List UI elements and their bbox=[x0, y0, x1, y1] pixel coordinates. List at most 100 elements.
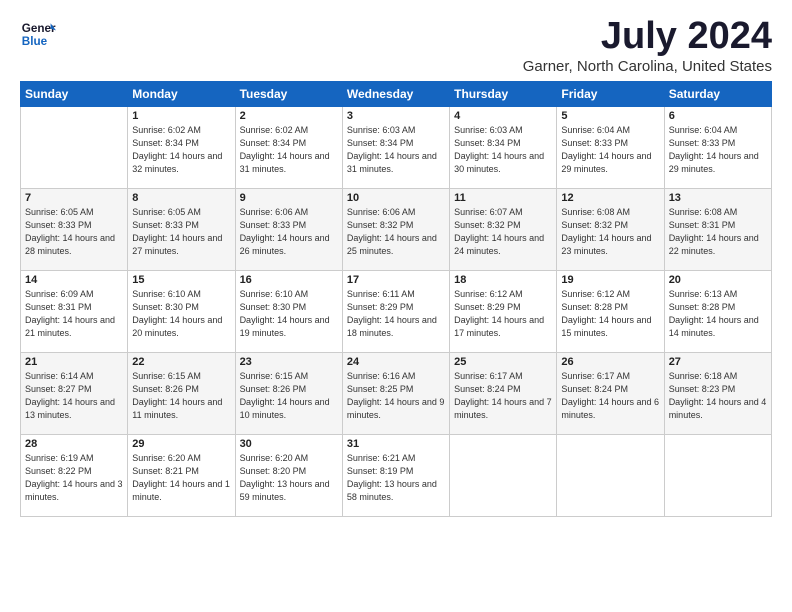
day-number: 3 bbox=[347, 110, 445, 122]
calendar-cell: 11Sunrise: 6:07 AM Sunset: 8:32 PM Dayli… bbox=[450, 188, 557, 270]
day-number: 4 bbox=[454, 110, 552, 122]
day-number: 31 bbox=[347, 438, 445, 450]
calendar-cell: 9 Sunrise: 6:06 AM Sunset: 8:33 PM Daylig… bbox=[235, 188, 342, 270]
day-info: Sunrise: 6:02 AM Sunset: 8:34 PM Dayligh… bbox=[132, 124, 230, 176]
day-info: Sunrise: 6:11 AM Sunset: 8:29 PM Dayligh… bbox=[347, 288, 445, 340]
week-row-3: 21 Sunrise: 6:14 AM Sunset: 8:27 PM Dayli… bbox=[21, 352, 772, 434]
title-block: July 2024 Garner, North Carolina, United… bbox=[523, 16, 772, 75]
day-info: Sunrise: 6:17 AM Sunset: 8:24 PM Dayligh… bbox=[561, 370, 659, 422]
day-info: Sunrise: 6:03 AM Sunset: 8:34 PM Dayligh… bbox=[454, 124, 552, 176]
calendar-cell: 2Sunrise: 6:02 AM Sunset: 8:34 PM Daylig… bbox=[235, 106, 342, 188]
day-info: Sunrise: 6:13 AM Sunset: 8:28 PM Dayligh… bbox=[669, 288, 767, 340]
day-number: 13 bbox=[669, 192, 767, 204]
calendar-cell: 17Sunrise: 6:11 AM Sunset: 8:29 PM Dayli… bbox=[342, 270, 449, 352]
calendar-cell: 6 Sunrise: 6:04 AM Sunset: 8:33 PM Daylig… bbox=[664, 106, 771, 188]
calendar-cell: 8 Sunrise: 6:05 AM Sunset: 8:33 PM Daylig… bbox=[128, 188, 235, 270]
calendar-cell: 19Sunrise: 6:12 AM Sunset: 8:28 PM Dayli… bbox=[557, 270, 664, 352]
day-number: 27 bbox=[669, 356, 767, 368]
day-number: 9 bbox=[240, 192, 338, 204]
header: General Blue July 2024 Garner, North Car… bbox=[20, 16, 772, 75]
day-number: 8 bbox=[132, 192, 230, 204]
calendar-cell: 14 Sunrise: 6:09 AM Sunset: 8:31 PM Dayli… bbox=[21, 270, 128, 352]
day-info: Sunrise: 6:20 AM Sunset: 8:20 PM Dayligh… bbox=[240, 452, 338, 504]
day-info: Sunrise: 6:14 AM Sunset: 8:27 PM Dayligh… bbox=[25, 370, 123, 422]
calendar-cell: 29Sunrise: 6:20 AM Sunset: 8:21 PM Dayli… bbox=[128, 434, 235, 516]
day-number: 5 bbox=[561, 110, 659, 122]
week-row-1: 7 Sunrise: 6:05 AM Sunset: 8:33 PM Daylig… bbox=[21, 188, 772, 270]
col-tuesday: Tuesday bbox=[235, 81, 342, 106]
calendar-cell: 16 Sunrise: 6:10 AM Sunset: 8:30 PM Dayli… bbox=[235, 270, 342, 352]
week-row-2: 14 Sunrise: 6:09 AM Sunset: 8:31 PM Dayli… bbox=[21, 270, 772, 352]
day-number: 15 bbox=[132, 274, 230, 286]
day-number: 1 bbox=[132, 110, 230, 122]
day-number: 21 bbox=[25, 356, 123, 368]
calendar-cell: 30 Sunrise: 6:20 AM Sunset: 8:20 PM Dayli… bbox=[235, 434, 342, 516]
svg-text:Blue: Blue bbox=[22, 35, 48, 48]
calendar-cell: 18Sunrise: 6:12 AM Sunset: 8:29 PM Dayli… bbox=[450, 270, 557, 352]
day-number: 22 bbox=[132, 356, 230, 368]
day-info: Sunrise: 6:08 AM Sunset: 8:31 PM Dayligh… bbox=[669, 206, 767, 258]
day-info: Sunrise: 6:09 AM Sunset: 8:31 PM Dayligh… bbox=[25, 288, 123, 340]
calendar-cell: 26Sunrise: 6:17 AM Sunset: 8:24 PM Dayli… bbox=[557, 352, 664, 434]
day-number: 2 bbox=[240, 110, 338, 122]
header-row: Sunday Monday Tuesday Wednesday Thursday… bbox=[21, 81, 772, 106]
calendar-cell bbox=[664, 434, 771, 516]
day-info: Sunrise: 6:06 AM Sunset: 8:32 PM Dayligh… bbox=[347, 206, 445, 258]
calendar-cell: 24 Sunrise: 6:16 AM Sunset: 8:25 PM Dayli… bbox=[342, 352, 449, 434]
calendar-cell: 25Sunrise: 6:17 AM Sunset: 8:24 PM Dayli… bbox=[450, 352, 557, 434]
week-row-4: 28 Sunrise: 6:19 AM Sunset: 8:22 PM Dayli… bbox=[21, 434, 772, 516]
page: General Blue July 2024 Garner, North Car… bbox=[0, 0, 792, 612]
calendar-cell bbox=[450, 434, 557, 516]
col-wednesday: Wednesday bbox=[342, 81, 449, 106]
day-number: 6 bbox=[669, 110, 767, 122]
calendar-cell bbox=[557, 434, 664, 516]
day-info: Sunrise: 6:17 AM Sunset: 8:24 PM Dayligh… bbox=[454, 370, 552, 422]
col-sunday: Sunday bbox=[21, 81, 128, 106]
calendar-cell bbox=[21, 106, 128, 188]
calendar-cell: 7 Sunrise: 6:05 AM Sunset: 8:33 PM Daylig… bbox=[21, 188, 128, 270]
calendar-cell: 27 Sunrise: 6:18 AM Sunset: 8:23 PM Dayli… bbox=[664, 352, 771, 434]
day-number: 24 bbox=[347, 356, 445, 368]
day-info: Sunrise: 6:05 AM Sunset: 8:33 PM Dayligh… bbox=[132, 206, 230, 258]
day-info: Sunrise: 6:10 AM Sunset: 8:30 PM Dayligh… bbox=[240, 288, 338, 340]
month-title: July 2024 bbox=[523, 16, 772, 58]
day-number: 23 bbox=[240, 356, 338, 368]
logo: General Blue bbox=[20, 16, 58, 52]
day-info: Sunrise: 6:10 AM Sunset: 8:30 PM Dayligh… bbox=[132, 288, 230, 340]
calendar-cell: 15 Sunrise: 6:10 AM Sunset: 8:30 PM Dayli… bbox=[128, 270, 235, 352]
day-info: Sunrise: 6:15 AM Sunset: 8:26 PM Dayligh… bbox=[240, 370, 338, 422]
calendar-cell: 22Sunrise: 6:15 AM Sunset: 8:26 PM Dayli… bbox=[128, 352, 235, 434]
calendar-cell: 1 Sunrise: 6:02 AM Sunset: 8:34 PM Daylig… bbox=[128, 106, 235, 188]
calendar-table: Sunday Monday Tuesday Wednesday Thursday… bbox=[20, 81, 772, 517]
calendar-cell: 12Sunrise: 6:08 AM Sunset: 8:32 PM Dayli… bbox=[557, 188, 664, 270]
calendar-cell: 31Sunrise: 6:21 AM Sunset: 8:19 PM Dayli… bbox=[342, 434, 449, 516]
calendar-cell: 5 Sunrise: 6:04 AM Sunset: 8:33 PM Daylig… bbox=[557, 106, 664, 188]
day-number: 7 bbox=[25, 192, 123, 204]
day-number: 14 bbox=[25, 274, 123, 286]
day-number: 11 bbox=[454, 192, 552, 204]
calendar-cell: 10 Sunrise: 6:06 AM Sunset: 8:32 PM Dayli… bbox=[342, 188, 449, 270]
col-saturday: Saturday bbox=[664, 81, 771, 106]
day-info: Sunrise: 6:19 AM Sunset: 8:22 PM Dayligh… bbox=[25, 452, 123, 504]
calendar-cell: 28 Sunrise: 6:19 AM Sunset: 8:22 PM Dayli… bbox=[21, 434, 128, 516]
calendar-cell: 20 Sunrise: 6:13 AM Sunset: 8:28 PM Dayli… bbox=[664, 270, 771, 352]
day-info: Sunrise: 6:05 AM Sunset: 8:33 PM Dayligh… bbox=[25, 206, 123, 258]
calendar-cell: 4 Sunrise: 6:03 AM Sunset: 8:34 PM Daylig… bbox=[450, 106, 557, 188]
subtitle: Garner, North Carolina, United States bbox=[523, 58, 772, 75]
day-number: 20 bbox=[669, 274, 767, 286]
day-info: Sunrise: 6:06 AM Sunset: 8:33 PM Dayligh… bbox=[240, 206, 338, 258]
week-row-0: 1 Sunrise: 6:02 AM Sunset: 8:34 PM Daylig… bbox=[21, 106, 772, 188]
day-number: 16 bbox=[240, 274, 338, 286]
day-info: Sunrise: 6:03 AM Sunset: 8:34 PM Dayligh… bbox=[347, 124, 445, 176]
col-thursday: Thursday bbox=[450, 81, 557, 106]
logo-icon: General Blue bbox=[20, 16, 56, 52]
day-info: Sunrise: 6:04 AM Sunset: 8:33 PM Dayligh… bbox=[669, 124, 767, 176]
day-number: 29 bbox=[132, 438, 230, 450]
day-number: 10 bbox=[347, 192, 445, 204]
day-number: 30 bbox=[240, 438, 338, 450]
day-number: 28 bbox=[25, 438, 123, 450]
day-info: Sunrise: 6:16 AM Sunset: 8:25 PM Dayligh… bbox=[347, 370, 445, 422]
day-info: Sunrise: 6:04 AM Sunset: 8:33 PM Dayligh… bbox=[561, 124, 659, 176]
day-info: Sunrise: 6:18 AM Sunset: 8:23 PM Dayligh… bbox=[669, 370, 767, 422]
day-number: 12 bbox=[561, 192, 659, 204]
